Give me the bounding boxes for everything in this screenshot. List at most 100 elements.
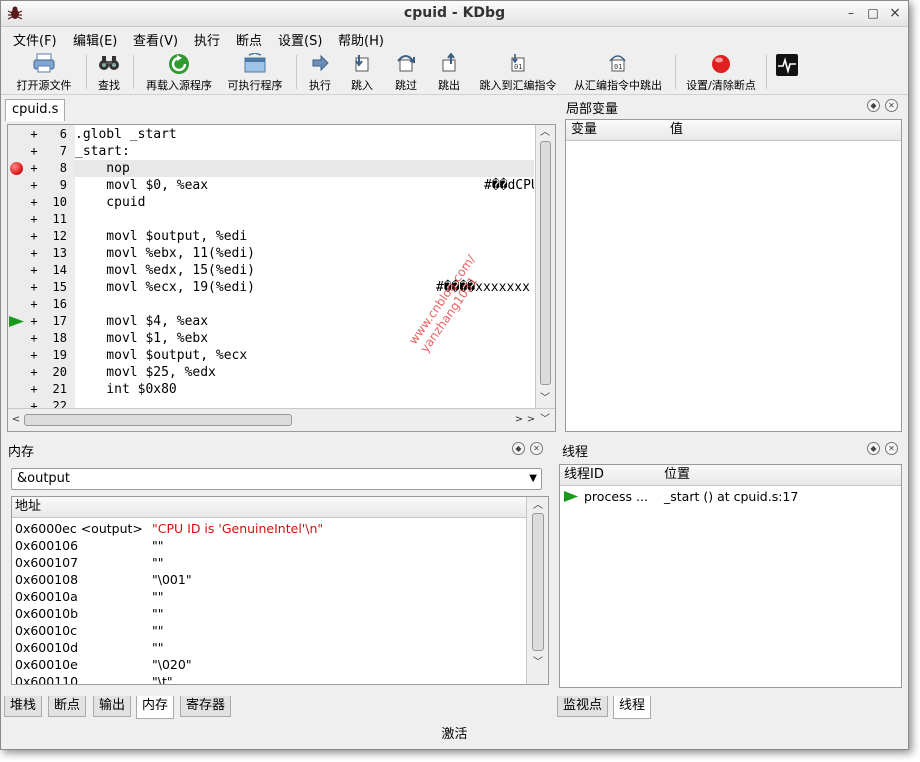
editor-scroll-thumb[interactable]: [540, 141, 551, 385]
step-into-asm-button[interactable]: 01 跳入到汇编指令: [475, 51, 561, 93]
float-panel-icon[interactable]: ◆: [867, 99, 880, 112]
close-panel-icon[interactable]: ✕: [885, 99, 898, 112]
memory-row[interactable]: 0x600106 "": [12, 537, 526, 554]
expand-icon[interactable]: +: [29, 177, 39, 194]
gutter-line[interactable]: +15: [8, 279, 75, 296]
open-source-button[interactable]: 打开源文件: [9, 51, 79, 93]
source-line[interactable]: [75, 211, 534, 228]
gutter-line[interactable]: +19: [8, 347, 75, 364]
memory-row[interactable]: 0x600107 "": [12, 554, 526, 571]
thread-row[interactable]: process ... _start () at cpuid.s:17: [560, 488, 901, 505]
column-location[interactable]: 位置: [664, 465, 690, 485]
memory-expression-combo[interactable]: &output ▼: [11, 468, 542, 490]
minimize-button[interactable]: –: [843, 5, 859, 21]
gutter-line[interactable]: +9: [8, 177, 75, 194]
memory-row[interactable]: 0x60010d "": [12, 639, 526, 656]
expand-icon[interactable]: +: [29, 143, 39, 160]
scroll-down-icon[interactable]: ﹀: [538, 393, 552, 405]
column-value[interactable]: 值: [670, 120, 683, 140]
maximize-button[interactable]: □: [865, 5, 881, 21]
gutter-line[interactable]: +10: [8, 194, 75, 211]
expand-icon[interactable]: +: [29, 347, 39, 364]
source-line[interactable]: _start:: [75, 143, 534, 160]
expand-icon[interactable]: +: [29, 262, 39, 279]
find-button[interactable]: 查找: [93, 51, 125, 93]
gutter-line[interactable]: +16: [8, 296, 75, 313]
gutter-line[interactable]: +13: [8, 245, 75, 262]
source-line[interactable]: movl $output, %ecx: [75, 347, 534, 364]
menu-help[interactable]: 帮助(H): [338, 30, 384, 49]
memory-row[interactable]: 0x600108 "\001": [12, 571, 526, 588]
threads-view[interactable]: 线程ID 位置 process ... _start () at cpuid.s…: [559, 464, 902, 688]
activity-button[interactable]: [773, 51, 801, 93]
column-address[interactable]: 地址: [15, 497, 41, 517]
gutter-line[interactable]: +20: [8, 364, 75, 381]
expand-icon[interactable]: +: [29, 381, 39, 398]
tab-stack[interactable]: 堆栈: [4, 696, 43, 717]
float-panel-icon[interactable]: ◆: [512, 442, 525, 455]
gutter-line[interactable]: +7: [8, 143, 75, 160]
gutter-line[interactable]: +14: [8, 262, 75, 279]
menu-edit[interactable]: 编辑(E): [73, 30, 117, 49]
step-out-button[interactable]: 跳出: [434, 51, 464, 93]
menu-view[interactable]: 查看(V): [133, 30, 178, 49]
chevron-down-icon[interactable]: ▼: [529, 469, 537, 489]
expand-icon[interactable]: +: [29, 126, 39, 143]
source-line[interactable]: movl $0, %eax #��dCPU: [75, 177, 534, 194]
expand-icon[interactable]: +: [29, 279, 39, 296]
expand-icon[interactable]: +: [29, 211, 39, 228]
editor-vertical-scrollbar[interactable]: ︿ ﹀: [535, 125, 555, 408]
expand-icon[interactable]: +: [29, 160, 39, 177]
memory-row[interactable]: 0x60010e "\020": [12, 656, 526, 673]
menu-settings[interactable]: 设置(S): [278, 30, 322, 49]
step-out-asm-button[interactable]: 01 从汇编指令中跳出: [569, 51, 667, 93]
expand-icon[interactable]: +: [29, 194, 39, 211]
scroll-down-icon[interactable]: ﹀: [531, 657, 545, 669]
source-line[interactable]: movl $25, %edx: [75, 364, 534, 381]
tab-breakpoints[interactable]: 断点: [48, 696, 87, 717]
close-button[interactable]: ×: [887, 5, 903, 21]
toggle-breakpoint-button[interactable]: 设置/清除断点: [683, 51, 759, 93]
menu-execute[interactable]: 执行: [194, 30, 220, 49]
scroll-up-icon[interactable]: ︿: [531, 500, 545, 512]
tab-cpuid-s[interactable]: cpuid.s: [5, 99, 66, 121]
source-line[interactable]: movl $1, %ebx: [75, 330, 534, 347]
expand-icon[interactable]: +: [29, 228, 39, 245]
scroll-up-icon[interactable]: ︿: [538, 127, 552, 139]
step-into-button[interactable]: 跳入: [347, 51, 377, 93]
tab-memory[interactable]: 内存: [136, 696, 175, 719]
gutter-line[interactable]: +18: [8, 330, 75, 347]
expand-icon[interactable]: +: [29, 330, 39, 347]
column-variable[interactable]: 变量: [571, 120, 597, 140]
executable-button[interactable]: 可执行程序: [223, 51, 287, 93]
memory-row[interactable]: 0x60010b "": [12, 605, 526, 622]
memory-row[interactable]: 0x60010a "": [12, 588, 526, 605]
memory-row[interactable]: 0x600110 "\t": [12, 673, 526, 684]
memory-row[interactable]: 0x6000ec <output> "CPU ID is 'GenuineInte…: [12, 520, 526, 537]
reload-source-button[interactable]: 再载入源程序: [141, 51, 217, 93]
breakpoint-marker-icon[interactable]: [10, 162, 23, 175]
locals-view[interactable]: 变量 值: [565, 119, 902, 432]
gutter-line[interactable]: +6: [8, 126, 75, 143]
source-line[interactable]: movl $output, %edi: [75, 228, 534, 245]
tab-output[interactable]: 输出: [93, 696, 132, 717]
scroll-right-icon[interactable]: >: [524, 414, 538, 426]
expand-icon[interactable]: +: [29, 296, 39, 313]
step-over-button[interactable]: 跳过: [390, 51, 422, 93]
tab-registers[interactable]: 寄存器: [180, 696, 232, 717]
expand-icon[interactable]: +: [29, 245, 39, 262]
scroll-left-icon[interactable]: <: [9, 414, 23, 426]
memory-scroll-thumb[interactable]: [532, 513, 544, 651]
expand-icon[interactable]: +: [29, 364, 39, 381]
tab-watchpoints[interactable]: 监视点: [557, 696, 609, 717]
title-bar[interactable]: cpuid - KDbg – □ ×: [1, 1, 908, 27]
gutter-line[interactable]: +17: [8, 313, 75, 330]
menu-breakpoint[interactable]: 断点: [236, 30, 262, 49]
gutter-line[interactable]: +11: [8, 211, 75, 228]
gutter-line[interactable]: +21: [8, 381, 75, 398]
gutter-line[interactable]: +8: [8, 160, 75, 177]
scroll-down-icon[interactable]: ﹀: [538, 414, 552, 426]
editor-hscroll-thumb[interactable]: [24, 414, 292, 426]
source-line[interactable]: int $0x80: [75, 381, 534, 398]
tab-threads[interactable]: 线程: [613, 696, 652, 719]
